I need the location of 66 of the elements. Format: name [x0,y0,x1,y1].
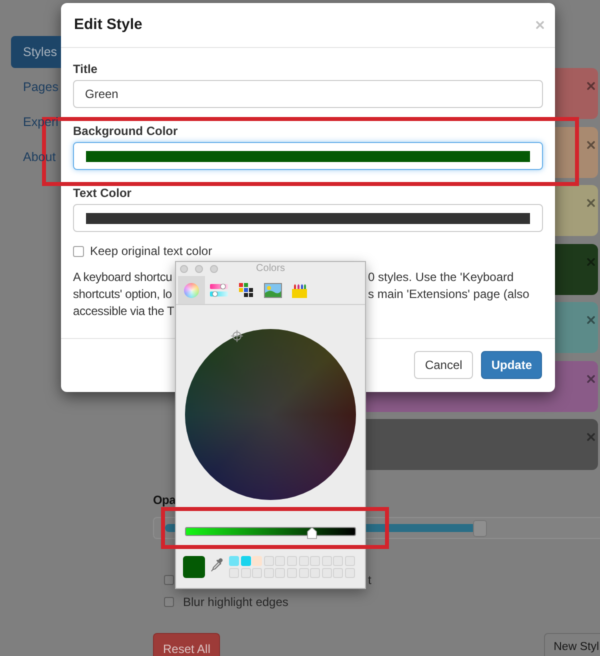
swatch-slot[interactable] [344,568,355,578]
swatch-slot[interactable] [310,568,320,578]
help-text: 0 styles. Use the 'Keyboard [368,268,514,286]
dialog-title: Edit Style [74,14,142,35]
sidebar-item[interactable]: Styles [11,36,61,68]
option-label: Blur highlight edges [183,594,288,611]
close-icon[interactable] [587,140,595,148]
swatch-slot[interactable] [310,556,320,566]
cancel-button[interactable]: Cancel [414,351,474,379]
help-text: accessible via the T [73,302,174,320]
option-label: t [368,572,372,589]
close-icon[interactable] [587,82,595,90]
color-input[interactable] [73,204,543,232]
field-label: Background Color [73,124,179,138]
color-swatch[interactable] [240,556,251,566]
swatch-slot[interactable] [333,568,344,578]
brightness-slider[interactable] [185,527,356,539]
swatch-slot[interactable] [275,556,286,566]
swatch-slot[interactable] [229,568,239,578]
crayon-box-icon [292,282,307,298]
color-grid-icon [238,283,252,297]
color-swatch[interactable] [252,556,262,566]
opacity-label: Opa [153,494,176,506]
help-text: shortcuts' option, lo [73,286,172,302]
swatch-slot[interactable] [286,568,297,578]
eyedropper-icon[interactable] [211,558,223,572]
swatch-slot[interactable] [240,568,251,578]
new-style-button[interactable]: New Styl [544,633,600,656]
help-text: s main 'Extensions' page (also [368,286,530,302]
close-icon[interactable] [536,21,544,29]
swatch-slot[interactable] [322,556,332,566]
slider-thumb[interactable] [472,520,486,536]
help-text: A keyboard shortcu [73,268,172,286]
color-wheel-icon [184,282,199,298]
sidebar-item[interactable]: Pages [11,71,61,103]
swatch-slot[interactable] [264,568,274,578]
close-icon[interactable] [587,258,595,266]
field-label: Title [73,62,98,76]
swatch-slot[interactable] [298,568,309,578]
picker-title: Colors [256,263,285,275]
close-icon[interactable] [587,374,595,382]
checkbox-label: Keep original text color [90,243,212,260]
color-swatch[interactable] [229,556,239,566]
swatch-slot[interactable] [264,556,274,566]
close-icon[interactable] [587,433,595,441]
close-icon[interactable] [587,199,595,207]
swatch-slot[interactable] [333,556,344,566]
swatch-slot[interactable] [275,568,286,578]
checkbox[interactable] [73,246,84,256]
field-label: Text Color [73,186,132,200]
color-input[interactable] [73,142,543,170]
swatch-slot[interactable] [252,568,262,578]
swatch-slot[interactable] [298,556,309,566]
current-color-well[interactable] [183,556,205,578]
swatch-slot[interactable] [322,568,332,578]
text-input[interactable]: Green [73,80,543,108]
checkbox[interactable] [164,575,174,585]
crosshair-icon[interactable] [231,330,243,342]
swatch-slot[interactable] [344,556,355,566]
update-button[interactable]: Update [481,351,542,379]
reset-all-button[interactable]: Reset All [153,633,220,656]
swatch-slot[interactable] [286,556,297,566]
landscape-image-icon [264,282,282,298]
sliders-icon [210,282,228,298]
checkbox[interactable] [164,597,174,607]
close-icon[interactable] [587,316,595,324]
